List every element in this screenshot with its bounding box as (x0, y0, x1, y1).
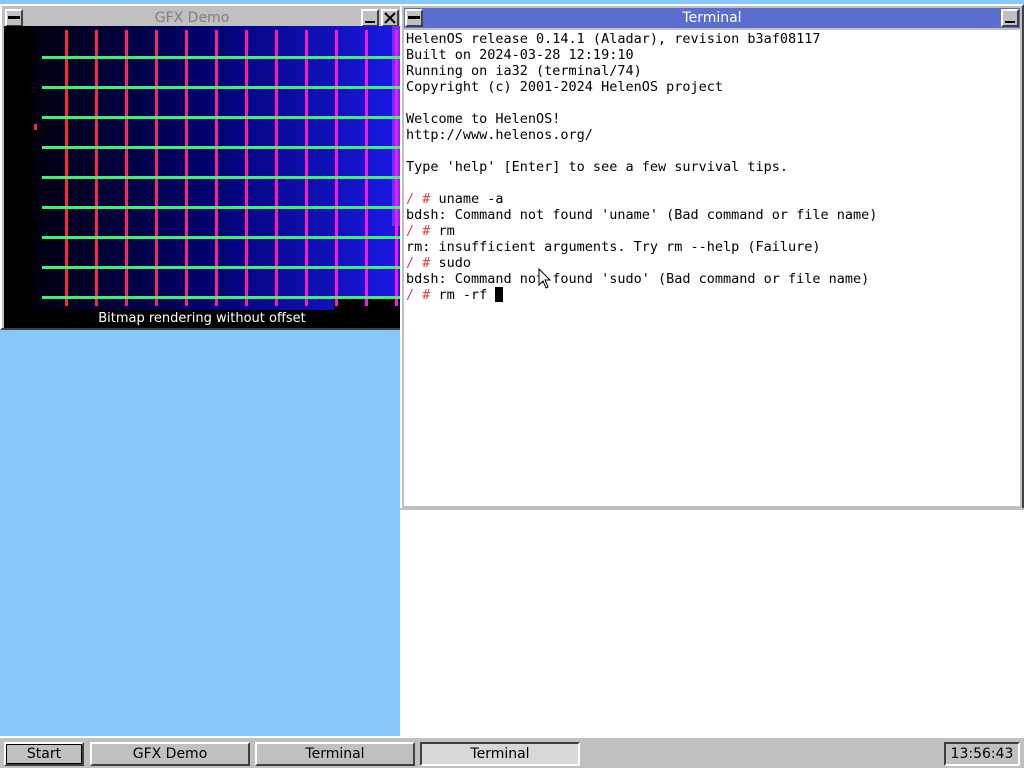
gfx-demo-caption: Bitmap rendering without offset (4, 310, 400, 328)
shell-prompt: / # (406, 255, 439, 271)
terminal-output-text: Built on 2024-03-28 12:19:10 (406, 47, 634, 63)
terminal-line: rm: insufficient arguments. Try rm --hel… (406, 239, 877, 255)
terminal-line: / # rm (406, 223, 877, 239)
shell-prompt: / # (406, 191, 439, 207)
gfx-demo-canvas (4, 26, 400, 310)
window-menu-icon[interactable] (5, 9, 23, 27)
terminal-line: Running on ia32 (terminal/74) (406, 63, 877, 79)
terminal-window[interactable]: Terminal HelenOS release 0.14.1 (Aladar)… (400, 4, 1024, 510)
terminal-line: http://www.helenos.org/ (406, 127, 877, 143)
terminal-line: Built on 2024-03-28 12:19:10 (406, 47, 877, 63)
terminal-line: bdsh: Command not found 'sudo' (Bad comm… (406, 271, 877, 287)
terminal-titlebar[interactable]: Terminal (404, 8, 1020, 28)
terminal-output-text: Welcome to HelenOS! (406, 111, 561, 127)
shell-command: sudo (438, 255, 472, 271)
minimize-icon[interactable] (361, 9, 379, 27)
terminal-line: bdsh: Command not found 'uname' (Bad com… (406, 207, 877, 223)
gfx-demo-title: GFX Demo (154, 10, 230, 26)
terminal-line: Welcome to HelenOS! (406, 111, 877, 127)
gfx-vertical-line (155, 30, 158, 306)
taskbar-button-terminal-active[interactable]: Terminal (420, 742, 580, 766)
taskbar-button-terminal[interactable]: Terminal (255, 742, 415, 766)
gfx-horizontal-line (42, 86, 400, 89)
gfx-horizontal-line (42, 236, 400, 239)
terminal-output-text: Copyright (c) 2001-2024 HelenOS project (406, 79, 723, 95)
start-button[interactable]: Start (4, 742, 84, 766)
mouse-pointer-icon (538, 268, 552, 289)
minimize-icon[interactable] (1001, 9, 1019, 27)
gfx-vertical-line (275, 30, 278, 306)
terminal-line: / # uname -a (406, 191, 877, 207)
window-menu-icon[interactable] (405, 9, 423, 27)
gfx-horizontal-line (42, 206, 400, 209)
terminal-title: Terminal (682, 10, 742, 26)
gfx-vertical-line (65, 30, 68, 306)
gfx-horizontal-line (42, 146, 400, 149)
terminal-output[interactable]: HelenOS release 0.14.1 (Aladar), revisio… (404, 30, 1020, 506)
terminal-line: HelenOS release 0.14.1 (Aladar), revisio… (406, 31, 877, 47)
terminal-output-text: rm: insufficient arguments. Try rm --hel… (406, 239, 821, 255)
gfx-vertical-line (215, 30, 218, 306)
gfx-demo-titlebar[interactable]: GFX Demo (4, 8, 400, 28)
terminal-line: / # sudo (406, 255, 877, 271)
gfx-horizontal-line (42, 266, 400, 269)
gfx-horizontal-line (42, 56, 400, 59)
text-cursor (495, 287, 504, 302)
gfx-vertical-line (185, 30, 188, 306)
shell-command: uname -a (438, 191, 504, 207)
terminal-line: Copyright (c) 2001-2024 HelenOS project (406, 79, 877, 95)
terminal-output-text: http://www.helenos.org/ (406, 127, 593, 143)
gfx-horizontal-line (42, 176, 400, 179)
taskbar-button-gfx-demo[interactable]: GFX Demo (90, 742, 250, 766)
gfx-vertical-line (335, 30, 338, 306)
shell-command: rm (438, 223, 455, 239)
terminal-output-text: Running on ia32 (terminal/74) (406, 63, 642, 79)
gfx-vertical-line (125, 30, 128, 306)
gfx-horizontal-line (42, 116, 400, 119)
bitmap-render (34, 26, 400, 310)
clock: 13:56:43 (944, 742, 1020, 766)
terminal-output-text: HelenOS release 0.14.1 (Aladar), revisio… (406, 31, 821, 47)
taskbar: Start GFX Demo Terminal Terminal 13:56:4… (0, 736, 1024, 768)
terminal-output-text: Type 'help' [Enter] to see a few surviva… (406, 159, 789, 175)
terminal-line: / # rm -rf (406, 287, 877, 303)
gfx-vertical-line (245, 30, 248, 306)
terminal-window-2[interactable] (400, 508, 1024, 736)
gfx-vertical-line (305, 30, 308, 306)
gfx-vertical-line (365, 30, 368, 306)
gfx-horizontal-line (42, 296, 400, 299)
terminal-output-text: bdsh: Command not found 'uname' (Bad com… (406, 207, 878, 223)
shell-prompt: / # (406, 223, 439, 239)
terminal-line: Type 'help' [Enter] to see a few surviva… (406, 159, 877, 175)
shell-prompt: / # (406, 287, 439, 303)
gfx-vertical-line (395, 30, 398, 306)
close-icon[interactable] (381, 9, 399, 27)
gfx-vertical-line (95, 30, 98, 306)
terminal-output-text: bdsh: Command not found 'sudo' (Bad comm… (406, 271, 870, 287)
shell-command: rm -rf (438, 287, 496, 303)
terminal-text: HelenOS release 0.14.1 (Aladar), revisio… (406, 31, 877, 303)
